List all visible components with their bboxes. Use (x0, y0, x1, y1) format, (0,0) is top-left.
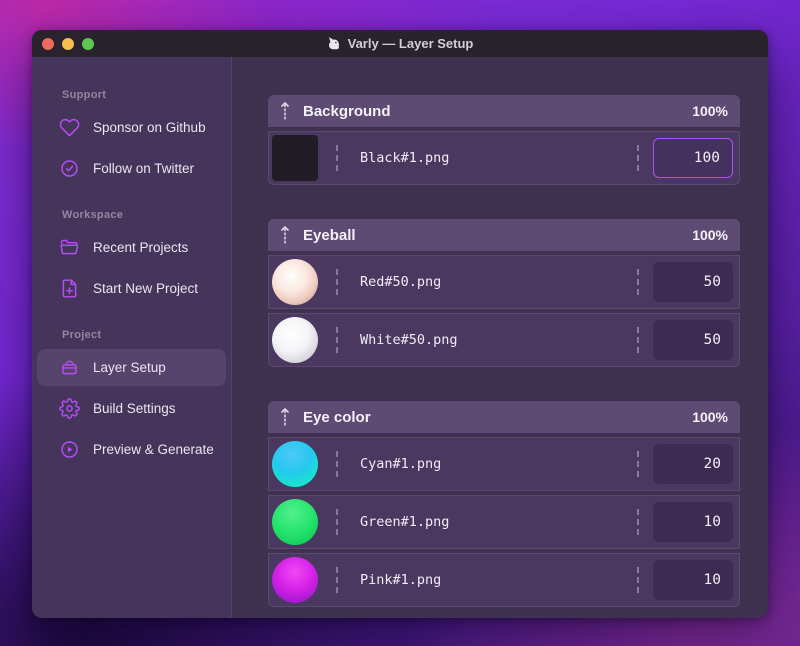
sidebar-item-label: Follow on Twitter (93, 161, 195, 176)
traffic-lights (42, 30, 94, 57)
sidebar-item-label: Layer Setup (93, 360, 166, 375)
layer-weight-input[interactable] (653, 444, 733, 484)
layer-group-header[interactable]: Eye color 100% (268, 401, 740, 433)
divider (336, 509, 338, 535)
layer-row: Pink#1.png (268, 553, 740, 607)
layer-group-weight: 100% (692, 103, 728, 119)
heart-icon (58, 117, 80, 139)
sidebar-item-label: Preview & Generate (93, 442, 214, 457)
divider (637, 145, 639, 171)
divider (336, 269, 338, 295)
layer-group-eyeball: Eyeball 100% Red#50.png White (268, 219, 740, 367)
layer-group-name: Eye color (303, 408, 371, 426)
divider (637, 509, 639, 535)
layer-weight-input[interactable] (653, 262, 733, 302)
divider (336, 451, 338, 477)
layer-group-name: Eyeball (303, 226, 356, 244)
layer-weight-input[interactable] (653, 138, 733, 178)
thumbnail-white-sphere (272, 317, 318, 363)
window-title-text: Varly — Layer Setup (347, 36, 474, 51)
sidebar-item-label: Recent Projects (93, 240, 189, 255)
sidebar: Support Sponsor on Github Follow on Twit… (32, 57, 232, 618)
verified-badge-icon (58, 158, 80, 180)
layer-filename: Red#50.png (360, 274, 442, 290)
layer-group-name: Background (303, 102, 391, 120)
layer-weight-input[interactable] (653, 320, 733, 360)
sidebar-item-label: Build Settings (93, 401, 176, 416)
layer-group-header[interactable]: Eyeball 100% (268, 219, 740, 251)
divider (637, 567, 639, 593)
layer-weight-input[interactable] (653, 502, 733, 542)
sidebar-item-layer-setup[interactable]: Layer Setup (37, 349, 226, 386)
layer-filename: Black#1.png (360, 150, 450, 166)
app-window: Varly — Layer Setup Support Sponsor on G… (32, 30, 768, 618)
sidebar-item-recent-projects[interactable]: Recent Projects (37, 229, 226, 266)
layers-box-icon (58, 357, 80, 379)
layer-row: Red#50.png (268, 255, 740, 309)
gear-icon (58, 398, 80, 420)
folder-icon (58, 237, 80, 259)
divider (637, 327, 639, 353)
thumbnail-red-sphere (272, 259, 318, 305)
titlebar[interactable]: Varly — Layer Setup (32, 30, 768, 57)
layer-row: Green#1.png (268, 495, 740, 549)
layer-group-weight: 100% (692, 227, 728, 243)
drag-handle-icon[interactable] (278, 224, 292, 246)
layer-group-header[interactable]: Background 100% (268, 95, 740, 127)
drag-handle-icon[interactable] (278, 100, 292, 122)
unicorn-icon (327, 36, 342, 51)
layer-filename: Cyan#1.png (360, 456, 442, 472)
layer-group-background: Background 100% Black#1.png (268, 95, 740, 185)
divider (637, 451, 639, 477)
layer-filename: White#50.png (360, 332, 458, 348)
drag-handle-icon[interactable] (278, 406, 292, 428)
divider (336, 145, 338, 171)
layer-filename: Pink#1.png (360, 572, 442, 588)
sidebar-section-workspace: Workspace (62, 209, 124, 221)
layer-group-eye-color: Eye color 100% Cyan#1.png Gre (268, 401, 740, 607)
divider (336, 567, 338, 593)
play-circle-icon (58, 439, 80, 461)
divider (637, 269, 639, 295)
thumbnail-pink-sphere (272, 557, 318, 603)
zoom-button[interactable] (82, 37, 94, 50)
divider (336, 327, 338, 353)
thumbnail-cyan-sphere (272, 441, 318, 487)
layer-weight-input[interactable] (653, 560, 733, 600)
layer-setup-panel: Background 100% Black#1.png 100 Eyeball … (232, 57, 768, 618)
sidebar-section-project: Project (62, 329, 102, 341)
sidebar-item-label: Start New Project (93, 281, 199, 296)
sidebar-item-label: Sponsor on Github (93, 120, 206, 135)
layer-row: Black#1.png (268, 131, 740, 185)
layer-row: Cyan#1.png (268, 437, 740, 491)
layer-row: White#50.png (268, 313, 740, 367)
sidebar-item-build-settings[interactable]: Build Settings (37, 390, 226, 427)
layer-group-weight: 100% (692, 409, 728, 425)
sidebar-item-follow-on-twitter[interactable]: Follow on Twitter (37, 150, 226, 187)
thumbnail-black-swatch (272, 135, 318, 181)
minimize-button[interactable] (62, 37, 74, 50)
sidebar-item-preview-generate[interactable]: Preview & Generate (37, 431, 226, 468)
desktop-background: Varly — Layer Setup Support Sponsor on G… (0, 0, 800, 646)
thumbnail-green-sphere (272, 499, 318, 545)
window-title: Varly — Layer Setup (327, 36, 474, 51)
layer-filename: Green#1.png (360, 514, 450, 530)
sidebar-section-support: Support (62, 89, 107, 101)
file-plus-icon (58, 278, 80, 300)
sidebar-item-start-new-project[interactable]: Start New Project (37, 270, 226, 307)
close-button[interactable] (42, 37, 54, 50)
sidebar-item-sponsor-on-github[interactable]: Sponsor on Github (37, 109, 226, 146)
